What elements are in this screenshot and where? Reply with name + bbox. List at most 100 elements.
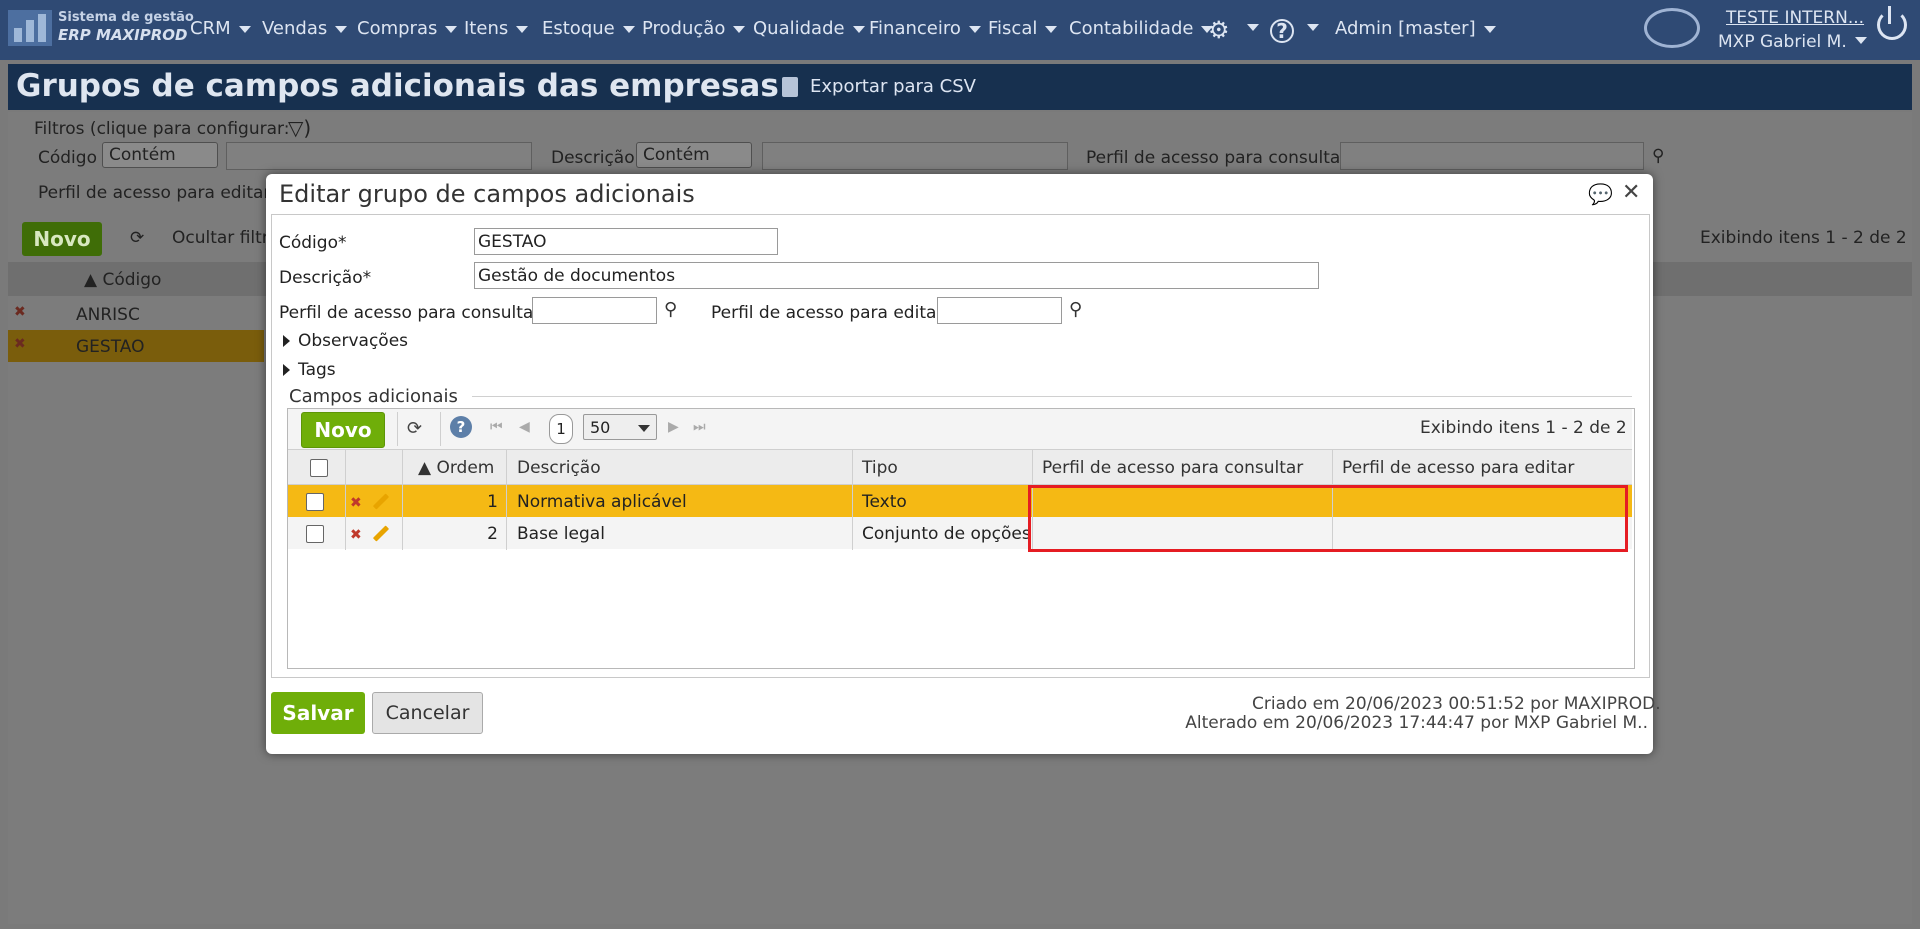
perfil-consultar-label: Perfil de acesso para consultar [279,303,541,323]
menu-financeiro[interactable]: Financeiro [869,18,981,39]
menu-admin[interactable]: Admin [master] [1335,18,1496,39]
dialog-title: Editar grupo de campos adicionais [279,180,695,208]
highlight-box [1028,485,1628,552]
bg-col-codigo-label: Código [102,270,162,290]
delete-icon[interactable]: ✖ [350,495,362,511]
export-csv-link[interactable]: Exportar para CSV [810,76,976,97]
settings-chevron-down-icon[interactable] [1247,24,1259,31]
page-number[interactable]: 1 [549,414,573,444]
toolbar-divider [397,412,398,446]
page-size-select[interactable]: 50 [583,414,657,440]
row-tipo: Conjunto de opções [862,524,1031,544]
perfil-consultar-search-icon[interactable]: ⚲ [664,299,677,320]
row-descricao: Base legal [517,524,605,544]
filter-perfil-editar-label: Perfil de acesso para editar [38,183,271,203]
perfil-editar-search-icon[interactable]: ⚲ [1069,299,1082,320]
bg-refresh-icon[interactable]: ⟳ [130,228,144,248]
perfil-editar-input[interactable] [937,297,1062,324]
col-ordem[interactable]: ▲ Ordem [418,458,494,478]
col-perfil-editar[interactable]: Perfil de acesso para editar [1342,458,1574,478]
top-navigation-bar: Sistema de gestão ERP MAXIPROD CRM Venda… [0,0,1920,60]
first-page-icon[interactable]: ⏮ [490,419,503,435]
menu-itens[interactable]: Itens [464,18,528,39]
bg-delete-icon[interactable]: ✖ [14,336,26,352]
menu-producao[interactable]: Produção [642,18,745,39]
bg-delete-icon[interactable]: ✖ [14,304,26,320]
dialog-comment-icon[interactable]: 💬 [1588,182,1613,206]
menu-contabilidade[interactable]: Contabilidade [1069,18,1213,39]
filter-codigo-input[interactable] [226,142,532,170]
filter-perfil-consultar-label: Perfil de acesso para consultar [1086,148,1348,168]
bg-col-codigo[interactable]: ▲ Código [84,270,161,290]
descricao-input[interactable] [474,262,1319,289]
help-icon[interactable]: ? [450,416,472,438]
perfil-editar-label: Perfil de acesso para editar [711,303,944,323]
col-ordem-label: Ordem [436,458,495,478]
filter-codigo-label: Código [38,148,97,168]
col-perfil-consultar[interactable]: Perfil de acesso para consultar [1042,458,1303,478]
menu-estoque[interactable]: Estoque [542,18,635,39]
user-name[interactable]: MXP Gabriel M. [1718,32,1847,52]
filter-codigo-operator[interactable]: Contém [102,142,218,168]
power-icon[interactable] [1877,10,1907,40]
filter-descricao-operator[interactable]: Contém [636,142,752,168]
save-button[interactable]: Salvar [271,692,365,734]
col-divider [506,450,507,550]
section-divider [472,396,1632,397]
filter-perfil-consultar-input[interactable] [1340,142,1644,170]
descricao-label: Descrição* [279,268,372,288]
filter-search-icon[interactable]: ⚲ [1652,146,1664,166]
close-icon[interactable]: ✕ [1622,180,1640,205]
help-chevron-down-icon[interactable] [1307,24,1319,31]
codigo-input[interactable] [474,228,778,255]
col-divider [345,450,346,550]
menu-crm[interactable]: CRM [190,18,251,39]
filter-funnel-icon[interactable]: ▽) [288,116,311,140]
bg-row-codigo: GESTAO [76,337,145,357]
toolbar-divider [440,412,441,446]
row-ordem: 1 [487,492,498,512]
menu-fiscal[interactable]: Fiscal [988,18,1057,39]
altered-info: Alterado em 20/06/2023 17:44:47 por MXP … [1185,713,1648,733]
csv-icon[interactable] [782,77,798,97]
logo-icon[interactable] [8,10,52,46]
logo-text-line2: ERP MAXIPROD [58,26,188,44]
row-ordem: 2 [487,524,498,544]
bg-hide-filters-button[interactable]: Ocultar filtr [172,228,269,248]
menu-qualidade[interactable]: Qualidade [753,18,865,39]
next-page-icon[interactable]: ▶ [668,419,679,435]
menu-vendas[interactable]: Vendas [262,18,347,39]
last-page-icon[interactable]: ⏭ [693,419,706,435]
company-link[interactable]: TESTE INTERN... [1726,8,1864,28]
observacoes-toggle[interactable]: Observações [298,331,408,351]
new-button[interactable]: Novo [301,412,385,448]
select-all-checkbox[interactable] [310,459,328,477]
grid-item-count: Exibindo itens 1 - 2 de 2 [1420,418,1627,438]
filter-descricao-input[interactable] [762,142,1068,170]
bg-new-button[interactable]: Novo [22,222,102,256]
gear-icon[interactable]: ⚙ [1208,16,1230,44]
col-divider [852,450,853,550]
row-checkbox[interactable] [306,493,324,511]
codigo-label: Código* [279,233,347,253]
row-checkbox[interactable] [306,525,324,543]
tags-expand-icon[interactable] [283,364,290,376]
perfil-consultar-input[interactable] [532,297,657,324]
logo-text-line1: Sistema de gestão [58,10,194,25]
section-title: Campos adicionais [289,386,458,407]
chat-icon[interactable] [1644,8,1700,48]
row-tipo: Texto [862,492,907,512]
refresh-icon[interactable]: ⟳ [407,418,422,439]
user-chevron-down-icon[interactable] [1855,37,1867,44]
power-icon-bar [1888,6,1891,24]
col-tipo[interactable]: Tipo [862,458,898,478]
col-descricao[interactable]: Descrição [517,458,601,478]
tags-toggle[interactable]: Tags [298,360,336,380]
menu-compras[interactable]: Compras [357,18,457,39]
previous-page-icon[interactable]: ◀ [519,419,530,435]
cancel-button[interactable]: Cancelar [372,692,483,734]
help-icon[interactable]: ? [1270,19,1294,43]
filters-legend[interactable]: Filtros (clique para configurar: [34,119,289,139]
delete-icon[interactable]: ✖ [350,527,362,543]
observacoes-expand-icon[interactable] [283,335,290,347]
